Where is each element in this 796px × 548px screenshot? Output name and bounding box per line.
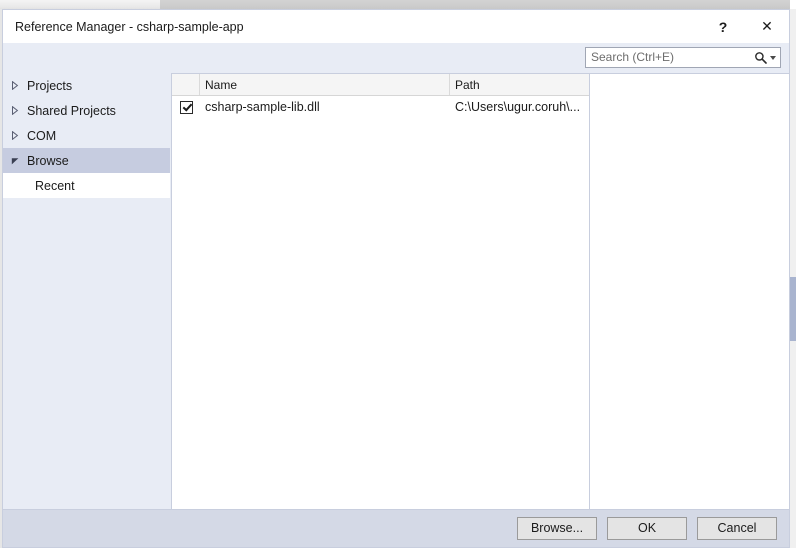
search-box[interactable] — [585, 47, 781, 68]
browse-button[interactable]: Browse... — [517, 517, 597, 540]
background-vertical-scrollbar[interactable] — [789, 9, 796, 548]
dialog-titlebar: Reference Manager - csharp-sample-app ? … — [3, 10, 789, 43]
chevron-down-icon[interactable] — [770, 55, 776, 60]
chevron-right-icon[interactable] — [11, 81, 27, 90]
row-path: C:\Users\ugur.coruh\... — [455, 100, 581, 114]
chevron-down-icon[interactable] — [11, 156, 27, 165]
search-icon-group[interactable] — [754, 51, 780, 64]
sidebar-item-shared-projects[interactable]: Shared Projects — [3, 98, 170, 123]
chevron-right-icon[interactable] — [11, 131, 27, 140]
search-icon[interactable] — [754, 51, 767, 64]
titlebar-buttons: ? ✕ — [701, 10, 789, 43]
ok-button[interactable]: OK — [607, 517, 687, 540]
sidebar-item-label: COM — [27, 128, 57, 143]
column-header-name[interactable]: Name — [200, 74, 450, 95]
table-row[interactable]: csharp-sample-lib.dll C:\Users\ugur.coru… — [172, 96, 589, 118]
close-icon[interactable]: ✕ — [745, 10, 789, 43]
reference-manager-dialog: Reference Manager - csharp-sample-app ? … — [2, 9, 790, 548]
sidebar-item-label: Shared Projects — [27, 103, 116, 118]
reference-list-panel: Name Path csharp-sample-lib.dll C:\Users… — [171, 73, 590, 509]
row-checkbox-cell[interactable] — [172, 100, 200, 114]
dialog-body: Projects Shared Projects COM — [3, 43, 789, 509]
help-button[interactable]: ? — [701, 10, 745, 43]
details-panel — [590, 73, 789, 509]
dialog-footer: Browse... OK Cancel — [3, 509, 789, 547]
sidebar-item-projects[interactable]: Projects — [3, 73, 170, 98]
sidebar-item-label: Recent — [35, 178, 75, 193]
sidebar-tree: Projects Shared Projects COM Browse Rece… — [3, 73, 171, 509]
dialog-panes: Projects Shared Projects COM Browse Rece… — [3, 73, 789, 509]
sidebar-item-label: Browse — [27, 153, 69, 168]
list-column-headers: Name Path — [172, 74, 589, 96]
search-input[interactable] — [586, 49, 754, 66]
background-tabstrip-left — [0, 0, 160, 9]
row-name: csharp-sample-lib.dll — [205, 100, 320, 114]
column-header-check[interactable] — [172, 74, 200, 95]
chevron-right-icon[interactable] — [11, 106, 27, 115]
background-scrollbar-thumb[interactable] — [790, 277, 796, 341]
background-tabstrip-right — [160, 0, 790, 9]
dialog-title: Reference Manager - csharp-sample-app — [15, 19, 244, 34]
search-row — [3, 43, 789, 73]
list-rows: csharp-sample-lib.dll C:\Users\ugur.coru… — [172, 96, 589, 509]
row-checkbox[interactable] — [179, 100, 193, 114]
sidebar-item-browse[interactable]: Browse — [3, 148, 170, 173]
sidebar-item-label: Projects — [27, 78, 73, 93]
sidebar-item-recent[interactable]: Recent — [3, 173, 170, 198]
sidebar-item-com[interactable]: COM — [3, 123, 170, 148]
column-header-path[interactable]: Path — [450, 74, 589, 95]
cancel-button[interactable]: Cancel — [697, 517, 777, 540]
